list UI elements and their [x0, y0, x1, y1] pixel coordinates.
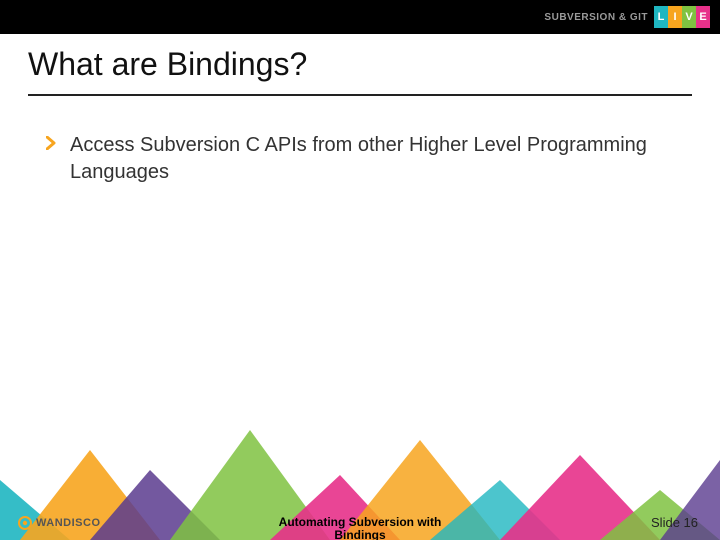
company-logo: WANDISCO [18, 516, 101, 530]
wandisco-mark-icon [18, 516, 32, 530]
presentation-title-line1: Automating Subversion with [279, 515, 442, 529]
slide: SUBVERSION & GIT L I V E What are Bindin… [0, 0, 720, 540]
live-letter: L [654, 6, 668, 28]
presentation-title: Automating Subversion with Bindings [230, 516, 490, 540]
presentation-title-line2: Bindings [334, 528, 385, 540]
chevron-right-icon [46, 136, 58, 150]
company-name: WANDISCO [36, 517, 101, 529]
title-underline [28, 94, 692, 96]
live-letter: I [668, 6, 682, 28]
content-area: Access Subversion C APIs from other High… [46, 132, 680, 186]
live-letter: V [682, 6, 696, 28]
brand-text: SUBVERSION & GIT [544, 12, 648, 23]
page-title: What are Bindings? [28, 46, 307, 83]
bullet-text: Access Subversion C APIs from other High… [70, 132, 680, 186]
slide-number: Slide 16 [651, 515, 698, 530]
top-bar: SUBVERSION & GIT L I V E [0, 0, 720, 34]
event-logo: SUBVERSION & GIT L I V E [544, 6, 710, 28]
bullet-item: Access Subversion C APIs from other High… [46, 132, 680, 186]
live-badge: L I V E [654, 6, 710, 28]
live-letter: E [696, 6, 710, 28]
